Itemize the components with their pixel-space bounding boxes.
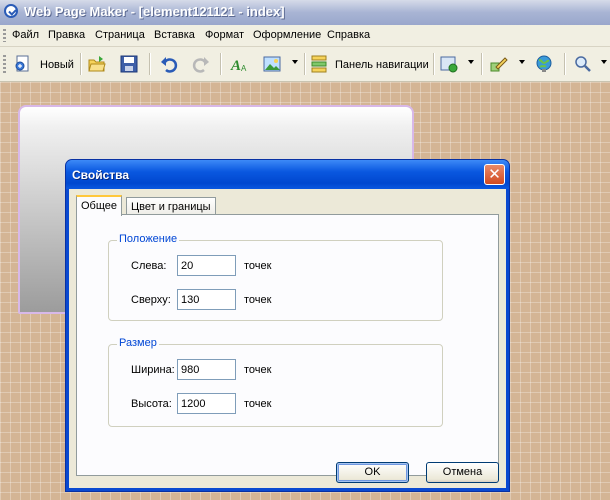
menu-bar: Файл Правка Страница Вставка Формат Офор…	[0, 25, 610, 47]
tab-general[interactable]: Общее	[76, 195, 123, 216]
size-group-title: Размер	[117, 337, 159, 349]
menubar-grip	[3, 29, 6, 42]
toolbar-separator	[304, 53, 306, 75]
menu-help[interactable]: Справка	[327, 29, 370, 41]
image-dropdown-arrow[interactable]	[292, 60, 298, 64]
menu-file[interactable]: Файл	[12, 29, 39, 41]
redo-icon[interactable]	[192, 55, 210, 73]
dialog-body: Общее Цвет и границы Положение Слева: то…	[69, 189, 506, 488]
height-unit: точек	[244, 398, 272, 410]
width-input[interactable]	[177, 359, 236, 380]
left-input[interactable]	[177, 255, 236, 276]
properties-dialog: Свойства ✕ Общее Цвет и границы Положени…	[65, 159, 510, 492]
dialog-close-button[interactable]: ✕	[484, 164, 505, 185]
new-button-label[interactable]: Новый	[40, 59, 74, 71]
nav-panel-label[interactable]: Панель навигации	[335, 59, 429, 71]
navigation-panel-icon[interactable]	[310, 55, 328, 73]
menu-edit[interactable]: Правка	[48, 29, 85, 41]
menu-design[interactable]: Оформление	[253, 29, 321, 41]
left-unit: точек	[244, 260, 272, 272]
top-unit: точек	[244, 294, 272, 306]
dialog-titlebar[interactable]: Свойства ✕	[66, 160, 509, 189]
cancel-button[interactable]: Отмена	[426, 462, 499, 483]
tab-panel-general: Положение Слева: точек Сверху: точек Раз…	[76, 214, 499, 476]
top-input[interactable]	[177, 289, 236, 310]
close-icon: ✕	[488, 166, 501, 183]
menu-page[interactable]: Страница	[95, 29, 145, 41]
open-folder-icon[interactable]	[88, 55, 106, 73]
top-label: Сверху:	[131, 294, 171, 306]
left-label: Слева:	[131, 260, 167, 272]
height-label: Высота:	[131, 398, 172, 410]
zoom-dropdown-arrow[interactable]	[601, 60, 607, 64]
app-titlebar: Web Page Maker - [element121121 - index]	[0, 0, 610, 26]
app-title: Web Page Maker - [element121121 - index]	[24, 4, 285, 19]
toolbar: Новый A A Панель навигации	[0, 47, 610, 82]
new-page-icon[interactable]	[14, 55, 32, 73]
position-group-title: Положение	[117, 233, 180, 245]
undo-icon[interactable]	[160, 55, 178, 73]
pencil-icon[interactable]	[490, 55, 508, 73]
zoom-icon[interactable]	[574, 55, 592, 73]
shape-dropdown-arrow[interactable]	[468, 60, 474, 64]
app-logo-icon	[4, 4, 18, 18]
text-style-icon[interactable]: A A	[230, 55, 248, 73]
image-icon[interactable]	[263, 55, 281, 73]
dialog-title: Свойства	[72, 168, 130, 182]
globe-icon[interactable]	[535, 55, 553, 73]
toolbar-separator	[80, 53, 82, 75]
toolbar-grip	[3, 55, 6, 73]
toolbar-separator	[220, 53, 222, 75]
height-input[interactable]	[177, 393, 236, 414]
shape-icon[interactable]	[440, 55, 458, 73]
svg-text:A: A	[230, 58, 241, 73]
ok-button[interactable]: OK	[336, 462, 409, 483]
menu-insert[interactable]: Вставка	[154, 29, 195, 41]
save-icon[interactable]	[120, 55, 138, 73]
size-group: Размер Ширина: точек Высота: точек	[108, 337, 443, 427]
toolbar-separator	[433, 53, 435, 75]
toolbar-separator	[149, 53, 151, 75]
pencil-dropdown-arrow[interactable]	[519, 60, 525, 64]
menu-format[interactable]: Формат	[205, 29, 244, 41]
toolbar-separator	[564, 53, 566, 75]
toolbar-separator	[481, 53, 483, 75]
position-group: Положение Слева: точек Сверху: точек	[108, 233, 443, 321]
width-unit: точек	[244, 364, 272, 376]
svg-text:A: A	[241, 64, 247, 73]
width-label: Ширина:	[131, 364, 175, 376]
